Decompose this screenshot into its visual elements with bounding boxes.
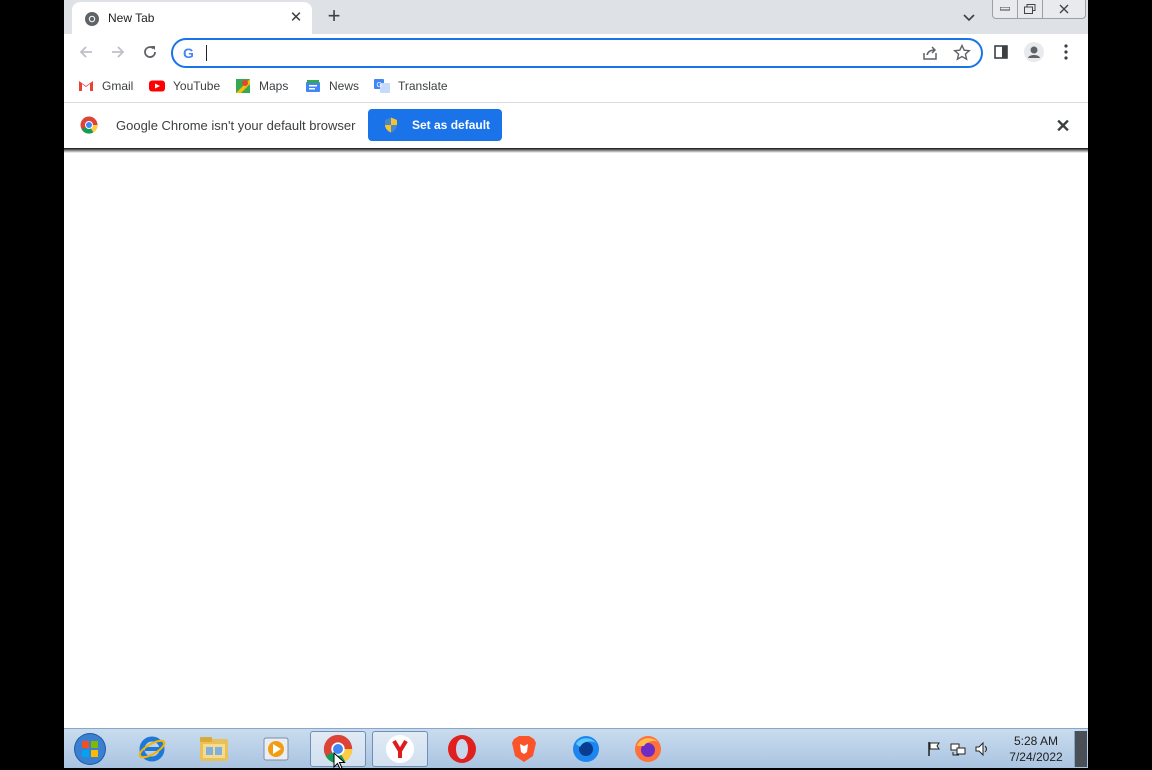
tab-search-icon[interactable]: [960, 8, 978, 26]
back-button[interactable]: [74, 40, 98, 64]
close-window-button[interactable]: [1042, 0, 1086, 19]
address-bar[interactable]: G: [171, 38, 983, 68]
default-browser-infobar: Google Chrome isn't your default browser…: [64, 103, 1088, 148]
chrome-tab-icon: [85, 12, 99, 26]
bookmarks-bar: Gmail YouTube Maps News G Translate: [64, 70, 1088, 103]
share-icon[interactable]: [921, 44, 939, 62]
set-as-default-button[interactable]: Set as default: [368, 109, 502, 141]
close-tab-icon[interactable]: ✕: [288, 10, 304, 26]
minimize-button[interactable]: [992, 0, 1018, 19]
taskbar-firefox-developer[interactable]: [558, 731, 614, 767]
bookmark-star-icon[interactable]: [953, 44, 971, 62]
clock-time: 5:28 AM: [1013, 734, 1059, 748]
firefox-blue-icon: [573, 736, 599, 762]
tab-title: New Tab: [108, 11, 155, 25]
firefox-icon: [635, 736, 661, 762]
side-panel-button[interactable]: [989, 40, 1013, 64]
brave-icon: [512, 736, 536, 762]
bookmark-label: Gmail: [102, 79, 134, 93]
taskbar: 5:28 AM 7/24/2022: [64, 728, 1088, 768]
restore-button[interactable]: [1017, 0, 1043, 19]
windows-start-icon: [74, 733, 106, 765]
system-clock[interactable]: 5:28 AM 7/24/2022: [998, 733, 1074, 765]
action-center-flag-icon[interactable]: [926, 741, 942, 757]
taskbar-media-player[interactable]: [248, 731, 304, 767]
clock-date: 7/24/2022: [1009, 750, 1063, 764]
google-g-icon: G: [183, 45, 194, 61]
taskbar-internet-explorer[interactable]: [124, 731, 180, 767]
bookmark-maps[interactable]: Maps: [235, 76, 288, 96]
menu-button[interactable]: [1054, 40, 1078, 64]
bookmark-translate[interactable]: G Translate: [374, 76, 448, 96]
start-button[interactable]: [70, 731, 110, 767]
bookmark-youtube[interactable]: YouTube: [149, 76, 220, 96]
back-arrow-icon: [79, 46, 92, 58]
ie-icon: [138, 736, 166, 762]
tab-new-tab[interactable]: New Tab ✕: [72, 2, 312, 34]
media-player-icon: [263, 737, 289, 761]
page-content: [64, 153, 1088, 728]
bookmark-label: Translate: [398, 79, 448, 93]
taskbar-firefox[interactable]: [620, 731, 676, 767]
set-as-default-label: Set as default: [412, 118, 491, 132]
bookmark-label: News: [329, 79, 360, 93]
gmail-icon: [79, 81, 93, 91]
opera-icon: [448, 735, 476, 763]
bookmark-label: Maps: [259, 79, 289, 93]
browser-window: New Tab ✕ + G Gmail YouTube Maps News G …: [64, 0, 1088, 768]
text-caret: [206, 45, 207, 61]
close-infobar-icon[interactable]: ✕: [1054, 117, 1072, 135]
restore-icon: [1024, 4, 1036, 14]
taskbar-brave[interactable]: [496, 731, 552, 767]
toolbar: G: [64, 34, 1088, 70]
bookmark-news[interactable]: News: [305, 76, 359, 96]
forward-arrow-icon: [112, 46, 125, 58]
shield-icon: [385, 117, 397, 133]
svg-text:G: G: [377, 82, 382, 89]
folder-icon: [200, 737, 228, 761]
taskbar-yandex[interactable]: [372, 731, 428, 767]
new-tab-button[interactable]: +: [322, 5, 346, 29]
address-input[interactable]: [205, 43, 909, 65]
volume-icon[interactable]: [974, 741, 990, 757]
taskbar-opera[interactable]: [434, 731, 490, 767]
youtube-icon: [149, 80, 165, 92]
translate-icon: G: [374, 79, 390, 93]
reload-button[interactable]: [138, 40, 162, 64]
minimize-icon: [1000, 7, 1010, 11]
reload-icon: [144, 46, 156, 58]
close-window-icon: [1059, 4, 1069, 14]
bookmark-label: YouTube: [173, 79, 221, 93]
tab-strip: New Tab ✕ +: [64, 0, 1088, 34]
chrome-logo-icon: [80, 116, 98, 134]
network-icon[interactable]: [950, 741, 966, 757]
infobar-message: Google Chrome isn't your default browser: [116, 118, 356, 133]
mouse-cursor-icon: [333, 752, 346, 770]
show-desktop-button[interactable]: [1074, 731, 1087, 767]
maps-icon: [236, 79, 250, 93]
system-tray: [926, 735, 990, 763]
profile-avatar-icon: [1024, 42, 1044, 62]
news-icon: [306, 80, 320, 92]
bookmark-gmail[interactable]: Gmail: [78, 76, 133, 96]
side-panel-icon: [994, 45, 1008, 59]
profile-button[interactable]: [1022, 40, 1046, 64]
taskbar-file-explorer[interactable]: [186, 731, 242, 767]
more-vertical-icon: [1064, 44, 1068, 60]
yandex-icon: [386, 735, 414, 763]
forward-button[interactable]: [106, 40, 130, 64]
